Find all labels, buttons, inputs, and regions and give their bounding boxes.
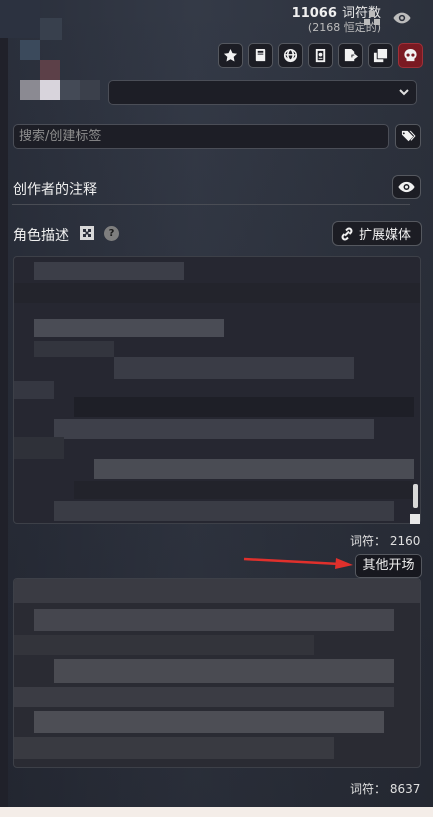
lorebook-button[interactable] xyxy=(248,43,273,68)
clone-icon xyxy=(373,48,388,63)
tag-search-input[interactable]: 搜索/创建标签 xyxy=(13,124,389,149)
delete-button[interactable] xyxy=(398,43,423,68)
description-label: 角色描述 xyxy=(13,228,69,244)
link-icon xyxy=(341,227,353,240)
passport-button[interactable] xyxy=(308,43,333,68)
extension-media-button[interactable]: 扩展媒体 xyxy=(332,221,422,246)
skull-icon xyxy=(404,48,417,62)
first-message-textarea[interactable] xyxy=(13,578,421,768)
eye-icon[interactable] xyxy=(393,9,411,27)
help-icon[interactable]: ? xyxy=(104,226,119,241)
passport-icon xyxy=(315,48,326,63)
creator-notes-label: 创作者的注释 xyxy=(13,182,97,198)
bottom-edge xyxy=(0,807,433,817)
description-token-count: 词符： 2160 xyxy=(350,534,421,548)
avatar[interactable] xyxy=(0,0,108,110)
export-button[interactable] xyxy=(338,43,363,68)
stats-icon[interactable] xyxy=(363,9,381,27)
export-icon xyxy=(344,48,358,62)
star-icon xyxy=(223,48,238,62)
description-textarea[interactable] xyxy=(13,256,421,524)
globe-icon xyxy=(283,48,298,63)
section-divider xyxy=(12,204,410,205)
book-icon xyxy=(255,48,266,62)
chevron-down-icon xyxy=(399,89,409,96)
character-toolbar xyxy=(218,43,423,68)
tag-manager-button[interactable] xyxy=(395,124,421,149)
description-scrollbar[interactable] xyxy=(413,484,418,508)
alternate-greetings-button[interactable]: 其他开场 xyxy=(355,554,422,578)
character-select[interactable] xyxy=(108,80,417,105)
first-message-token-count: 词符： 8637 xyxy=(350,782,421,796)
annotation-arrow xyxy=(243,557,353,569)
expand-editor-icon[interactable] xyxy=(80,226,94,240)
token-count: 11066 xyxy=(291,6,337,21)
left-edge xyxy=(0,0,8,817)
favorite-button[interactable] xyxy=(218,43,243,68)
eye-icon xyxy=(398,181,415,193)
extension-media-label: 扩展媒体 xyxy=(359,228,412,243)
tags-icon xyxy=(401,130,416,142)
world-info-button[interactable] xyxy=(278,43,303,68)
toggle-creator-notes-button[interactable] xyxy=(392,175,421,199)
resize-handle[interactable] xyxy=(410,514,420,524)
duplicate-button[interactable] xyxy=(368,43,393,68)
